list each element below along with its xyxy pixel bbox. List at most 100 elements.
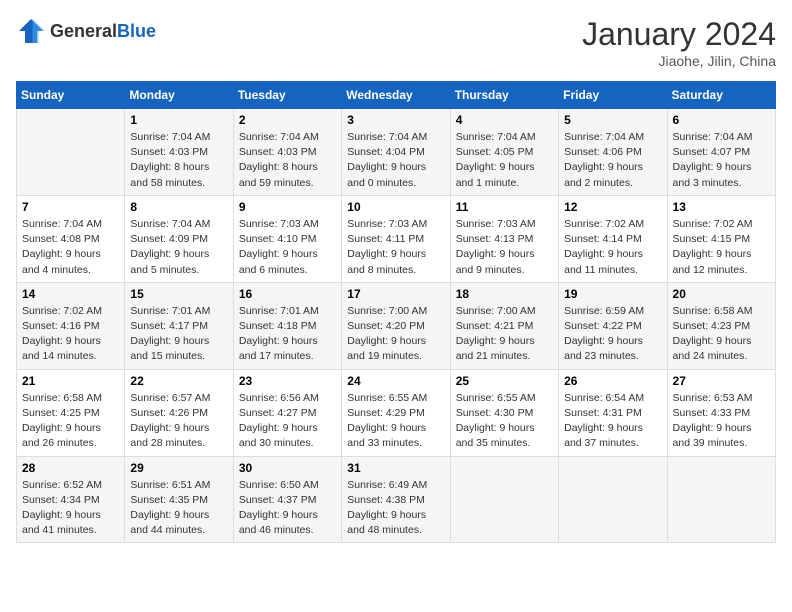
day-number: 22 xyxy=(130,374,227,388)
calendar-cell xyxy=(667,456,775,543)
cell-content: Sunrise: 6:55 AMSunset: 4:29 PMDaylight:… xyxy=(347,391,444,452)
cell-content: Sunrise: 7:03 AMSunset: 4:10 PMDaylight:… xyxy=(239,217,336,278)
day-number: 12 xyxy=(564,200,661,214)
day-number: 16 xyxy=(239,287,336,301)
day-number: 4 xyxy=(456,113,553,127)
calendar-cell: 17 Sunrise: 7:00 AMSunset: 4:20 PMDayligh… xyxy=(342,282,450,369)
day-number: 7 xyxy=(22,200,119,214)
location: Jiaohe, Jilin, China xyxy=(582,53,776,69)
day-number: 29 xyxy=(130,461,227,475)
calendar-cell: 31 Sunrise: 6:49 AMSunset: 4:38 PMDayligh… xyxy=(342,456,450,543)
day-number: 17 xyxy=(347,287,444,301)
logo: GeneralBlue xyxy=(16,16,156,46)
cell-content: Sunrise: 6:52 AMSunset: 4:34 PMDaylight:… xyxy=(22,478,119,539)
calendar-cell: 23Sunrise: 6:56 AMSunset: 4:27 PMDayligh… xyxy=(233,369,341,456)
calendar-cell: 14 Sunrise: 7:02 AMSunset: 4:16 PMDayligh… xyxy=(17,282,125,369)
day-number: 9 xyxy=(239,200,336,214)
day-number: 25 xyxy=(456,374,553,388)
calendar-cell xyxy=(17,109,125,196)
day-number: 15 xyxy=(130,287,227,301)
cell-content: Sunrise: 7:04 AMSunset: 4:04 PMDaylight:… xyxy=(347,130,444,191)
day-number: 6 xyxy=(673,113,770,127)
weekday-header-wednesday: Wednesday xyxy=(342,82,450,109)
weekday-header-monday: Monday xyxy=(125,82,233,109)
cell-content: Sunrise: 7:04 AMSunset: 4:07 PMDaylight:… xyxy=(673,130,770,191)
weekday-header-sunday: Sunday xyxy=(17,82,125,109)
week-row-3: 21 Sunrise: 6:58 AMSunset: 4:25 PMDayligh… xyxy=(17,369,776,456)
weekday-header-thursday: Thursday xyxy=(450,82,558,109)
cell-content: Sunrise: 7:02 AMSunset: 4:14 PMDaylight:… xyxy=(564,217,661,278)
calendar-cell: 4Sunrise: 7:04 AMSunset: 4:05 PMDaylight… xyxy=(450,109,558,196)
calendar-cell: 1 Sunrise: 7:04 AMSunset: 4:03 PMDaylight… xyxy=(125,109,233,196)
cell-content: Sunrise: 6:55 AMSunset: 4:30 PMDaylight:… xyxy=(456,391,553,452)
calendar-cell: 3Sunrise: 7:04 AMSunset: 4:04 PMDaylight… xyxy=(342,109,450,196)
day-number: 28 xyxy=(22,461,119,475)
calendar-cell: 5 Sunrise: 7:04 AMSunset: 4:06 PMDaylight… xyxy=(559,109,667,196)
weekday-header-row: SundayMondayTuesdayWednesdayThursdayFrid… xyxy=(17,82,776,109)
cell-content: Sunrise: 7:01 AMSunset: 4:18 PMDaylight:… xyxy=(239,304,336,365)
day-number: 11 xyxy=(456,200,553,214)
day-number: 18 xyxy=(456,287,553,301)
cell-content: Sunrise: 7:03 AMSunset: 4:11 PMDaylight:… xyxy=(347,217,444,278)
week-row-0: 1 Sunrise: 7:04 AMSunset: 4:03 PMDaylight… xyxy=(17,109,776,196)
day-number: 2 xyxy=(239,113,336,127)
day-number: 24 xyxy=(347,374,444,388)
calendar-cell xyxy=(559,456,667,543)
calendar-cell: 9 Sunrise: 7:03 AMSunset: 4:10 PMDaylight… xyxy=(233,195,341,282)
weekday-header-saturday: Saturday xyxy=(667,82,775,109)
weekday-header-friday: Friday xyxy=(559,82,667,109)
cell-content: Sunrise: 7:00 AMSunset: 4:21 PMDaylight:… xyxy=(456,304,553,365)
cell-content: Sunrise: 7:04 AMSunset: 4:08 PMDaylight:… xyxy=(22,217,119,278)
calendar-cell: 30 Sunrise: 6:50 AMSunset: 4:37 PMDayligh… xyxy=(233,456,341,543)
cell-content: Sunrise: 6:56 AMSunset: 4:27 PMDaylight:… xyxy=(239,391,336,452)
cell-content: Sunrise: 6:49 AMSunset: 4:38 PMDaylight:… xyxy=(347,478,444,539)
calendar-cell: 27Sunrise: 6:53 AMSunset: 4:33 PMDayligh… xyxy=(667,369,775,456)
cell-content: Sunrise: 7:02 AMSunset: 4:16 PMDaylight:… xyxy=(22,304,119,365)
title-area: January 2024 Jiaohe, Jilin, China xyxy=(582,16,776,69)
cell-content: Sunrise: 7:04 AMSunset: 4:03 PMDaylight:… xyxy=(130,130,227,191)
day-number: 10 xyxy=(347,200,444,214)
cell-content: Sunrise: 7:00 AMSunset: 4:20 PMDaylight:… xyxy=(347,304,444,365)
calendar-cell: 13Sunrise: 7:02 AMSunset: 4:15 PMDayligh… xyxy=(667,195,775,282)
cell-content: Sunrise: 6:58 AMSunset: 4:25 PMDaylight:… xyxy=(22,391,119,452)
calendar-cell: 18 Sunrise: 7:00 AMSunset: 4:21 PMDayligh… xyxy=(450,282,558,369)
day-number: 13 xyxy=(673,200,770,214)
calendar-cell: 29 Sunrise: 6:51 AMSunset: 4:35 PMDayligh… xyxy=(125,456,233,543)
cell-content: Sunrise: 6:57 AMSunset: 4:26 PMDaylight:… xyxy=(130,391,227,452)
page-header: GeneralBlue January 2024 Jiaohe, Jilin, … xyxy=(16,16,776,69)
weekday-header-tuesday: Tuesday xyxy=(233,82,341,109)
calendar-cell xyxy=(450,456,558,543)
logo-general-text: General xyxy=(50,21,117,41)
calendar-cell: 15 Sunrise: 7:01 AMSunset: 4:17 PMDayligh… xyxy=(125,282,233,369)
cell-content: Sunrise: 7:04 AMSunset: 4:06 PMDaylight:… xyxy=(564,130,661,191)
calendar-cell: 20Sunrise: 6:58 AMSunset: 4:23 PMDayligh… xyxy=(667,282,775,369)
day-number: 26 xyxy=(564,374,661,388)
calendar-cell: 26Sunrise: 6:54 AMSunset: 4:31 PMDayligh… xyxy=(559,369,667,456)
calendar-cell: 19Sunrise: 6:59 AMSunset: 4:22 PMDayligh… xyxy=(559,282,667,369)
day-number: 30 xyxy=(239,461,336,475)
day-number: 5 xyxy=(564,113,661,127)
day-number: 19 xyxy=(564,287,661,301)
cell-content: Sunrise: 6:50 AMSunset: 4:37 PMDaylight:… xyxy=(239,478,336,539)
week-row-1: 7 Sunrise: 7:04 AMSunset: 4:08 PMDaylight… xyxy=(17,195,776,282)
month-title: January 2024 xyxy=(582,16,776,53)
logo-icon xyxy=(16,16,46,46)
day-number: 27 xyxy=(673,374,770,388)
day-number: 1 xyxy=(130,113,227,127)
day-number: 21 xyxy=(22,374,119,388)
week-row-2: 14 Sunrise: 7:02 AMSunset: 4:16 PMDayligh… xyxy=(17,282,776,369)
calendar-cell: 12 Sunrise: 7:02 AMSunset: 4:14 PMDayligh… xyxy=(559,195,667,282)
cell-content: Sunrise: 6:51 AMSunset: 4:35 PMDaylight:… xyxy=(130,478,227,539)
day-number: 14 xyxy=(22,287,119,301)
logo-blue-text: Blue xyxy=(117,21,156,41)
calendar-cell: 6 Sunrise: 7:04 AMSunset: 4:07 PMDaylight… xyxy=(667,109,775,196)
calendar-cell: 21 Sunrise: 6:58 AMSunset: 4:25 PMDayligh… xyxy=(17,369,125,456)
calendar-cell: 24 Sunrise: 6:55 AMSunset: 4:29 PMDayligh… xyxy=(342,369,450,456)
calendar-cell: 28 Sunrise: 6:52 AMSunset: 4:34 PMDayligh… xyxy=(17,456,125,543)
calendar-cell: 22 Sunrise: 6:57 AMSunset: 4:26 PMDayligh… xyxy=(125,369,233,456)
cell-content: Sunrise: 7:04 AMSunset: 4:09 PMDaylight:… xyxy=(130,217,227,278)
calendar-cell: 2Sunrise: 7:04 AMSunset: 4:03 PMDaylight… xyxy=(233,109,341,196)
week-row-4: 28 Sunrise: 6:52 AMSunset: 4:34 PMDayligh… xyxy=(17,456,776,543)
day-number: 31 xyxy=(347,461,444,475)
cell-content: Sunrise: 7:01 AMSunset: 4:17 PMDaylight:… xyxy=(130,304,227,365)
